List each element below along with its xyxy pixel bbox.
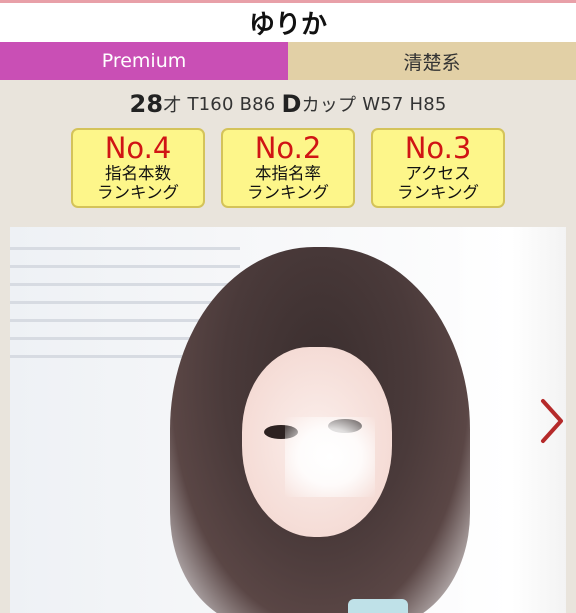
ranking-badge-nomination: No.4 指名本数 ランキング	[71, 128, 205, 208]
ranking-badge-access: No.3 アクセス ランキング	[371, 128, 505, 208]
premium-tag: Premium	[0, 42, 288, 80]
ranking-label: アクセス	[405, 164, 471, 183]
cup-letter: D	[281, 90, 302, 118]
ranking-number: No.3	[404, 131, 472, 165]
ranking-badge-repeat-rate: No.2 本指名率 ランキング	[221, 128, 355, 208]
style-tag: 清楚系	[288, 42, 576, 80]
ranking-label: 指名本数	[105, 164, 171, 183]
ranking-label-suffix: ランキング	[396, 183, 479, 202]
ranking-number: No.2	[254, 131, 322, 165]
cup-suffix: カップ	[301, 95, 357, 116]
age-value: 28	[129, 90, 164, 118]
hip-value: H85	[409, 93, 447, 115]
ranking-label-suffix: ランキング	[96, 183, 179, 202]
ranking-label-suffix: ランキング	[246, 183, 329, 202]
chevron-right-icon[interactable]	[534, 395, 570, 447]
ranking-badges: No.4 指名本数 ランキング No.2 本指名率 ランキング No.3 アクセ…	[0, 128, 576, 208]
ranking-number: No.4	[104, 131, 172, 165]
bust-value: B86	[239, 93, 276, 115]
waist-value: W57	[362, 93, 404, 115]
profile-name: ゆりか	[0, 0, 576, 42]
photo-gallery[interactable]	[0, 227, 576, 613]
profile-stats: 28 才 T160 B86 D カップ W57 H85	[0, 80, 576, 128]
tag-bar: Premium 清楚系	[0, 42, 576, 80]
age-unit: 才	[163, 95, 182, 116]
ranking-label: 本指名率	[255, 164, 321, 183]
height-value: T160	[187, 93, 234, 115]
profile-photo	[10, 227, 566, 613]
